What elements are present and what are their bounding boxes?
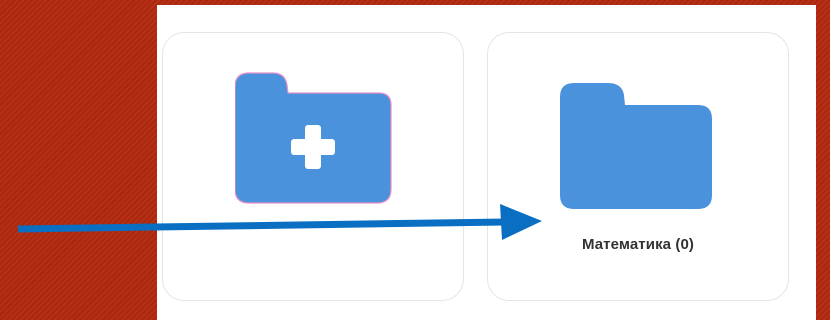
folder-icon xyxy=(560,83,712,209)
folder-label: Математика (0) xyxy=(581,236,695,253)
folder-plus-icon xyxy=(235,72,392,204)
new-folder-card[interactable] xyxy=(162,32,464,301)
folder-card[interactable]: Математика (0) xyxy=(487,32,789,301)
folders-panel: Математика (0) xyxy=(157,5,816,320)
